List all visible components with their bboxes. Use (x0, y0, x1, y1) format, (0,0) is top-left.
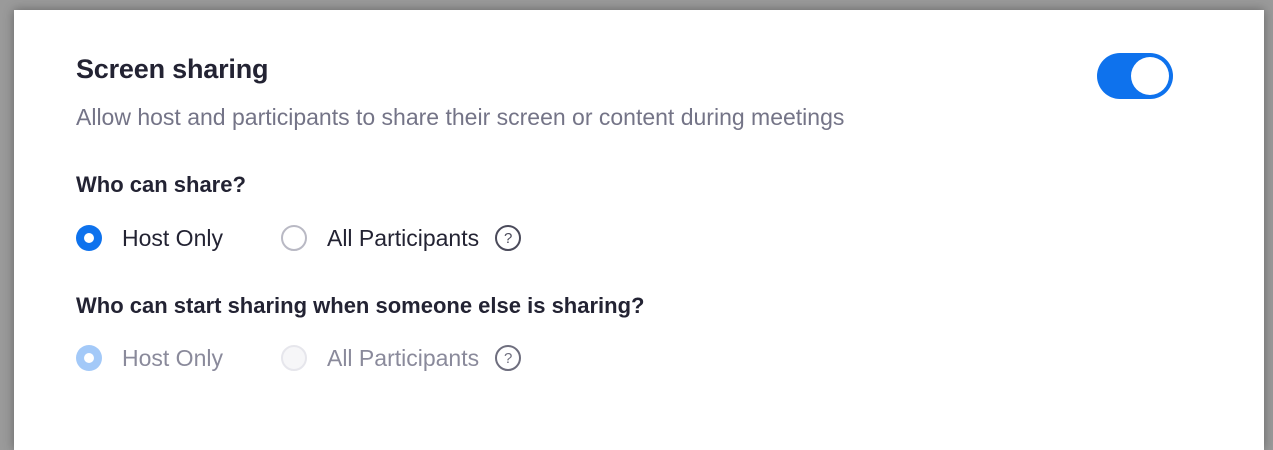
all-participants-radio-disabled[interactable] (280, 345, 307, 371)
toggle-knob (1131, 57, 1169, 95)
who-can-start-host-only-option[interactable]: Host Only (76, 345, 281, 372)
who-can-share-host-only-option[interactable]: Host Only (76, 225, 281, 252)
all-participants-label-disabled: All Participants (326, 344, 480, 371)
who-can-share-question: Who can share? (76, 172, 246, 197)
who-can-start-sharing-question: Who can start sharing when someone else … (76, 293, 645, 318)
who-can-start-sharing-options: Host Only All Participants ? (76, 341, 522, 375)
screen-sharing-setting-panel: Screen sharing Allow host and participan… (14, 10, 1264, 450)
host-only-radio[interactable] (76, 225, 102, 251)
setting-title: Screen sharing (76, 54, 269, 84)
screen-sharing-toggle[interactable] (1097, 53, 1173, 99)
all-participants-label: All Participants (326, 224, 480, 251)
all-participants-radio[interactable] (280, 225, 307, 251)
host-only-label: Host Only (122, 224, 223, 251)
who-can-share-all-participants-option[interactable]: All Participants (280, 224, 480, 252)
question-mark-help-icon[interactable]: ? (495, 345, 522, 371)
host-only-radio-disabled[interactable] (76, 345, 102, 371)
host-only-label-disabled: Host Only (122, 344, 223, 371)
setting-description: Allow host and participants to share the… (76, 104, 845, 130)
who-can-start-all-participants-option[interactable]: All Participants (280, 344, 480, 372)
who-can-share-options: Host Only All Participants ? (76, 221, 522, 255)
question-mark-help-icon[interactable]: ? (495, 225, 522, 251)
